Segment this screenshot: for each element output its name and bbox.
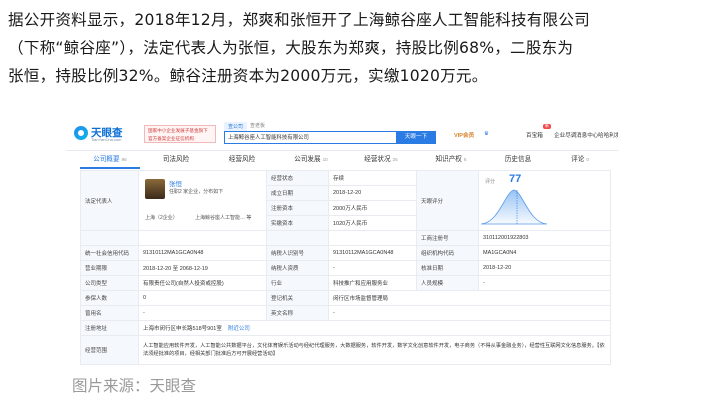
term-value: 2018-12-20 至 2068-12-19 [138, 260, 267, 276]
legal-rep-meta: 任职2 家企业，分布如下 [169, 188, 224, 195]
legal-rep-card: 张恒 任职2 家企业，分布如下 上海（2企业） 上海鲸谷座人工智能… 等 [140, 174, 266, 228]
score-curve [480, 189, 548, 224]
org-value: MA1GCA0N4 [478, 245, 611, 261]
blank-value [138, 230, 267, 246]
score-card: 评分 77 [480, 172, 610, 228]
search-tab-company[interactable]: 查公司 [224, 122, 248, 131]
tab-summary[interactable]: 公司概要 96 [80, 152, 140, 169]
reg-no-value: 310112001922803 [478, 230, 611, 246]
search-tab-boss[interactable]: 查老板 [250, 122, 265, 129]
scope-label: 经营范围 [80, 335, 139, 365]
tab-history[interactable]: 历史信息 [488, 152, 548, 167]
status-value: 存续 [328, 170, 417, 186]
english-name-value: - [328, 305, 611, 321]
nav-app[interactable]: 百宝箱 [526, 131, 543, 139]
nearby-companies-link[interactable]: 附近公司 [228, 326, 250, 332]
legal-rep-location: 上海（2企业） [145, 214, 178, 221]
tab-count: 10 [322, 157, 328, 162]
tab-count: 96 [121, 157, 127, 162]
tab-business-risk[interactable]: 经营风险 [212, 152, 272, 167]
type-label: 公司类型 [80, 275, 139, 291]
legal-rep-label: 法定代表人 [80, 170, 139, 231]
taxpayer-label: 纳税人资质 [266, 260, 329, 276]
approve-label: 核准日期 [416, 260, 479, 276]
tab-legal-risk[interactable]: 司法风险 [146, 152, 206, 167]
blank-label [80, 230, 139, 246]
taxid-label: 纳税人识别号 [266, 245, 329, 261]
taxid-value: 91310112MA1GCA0N48 [328, 245, 417, 261]
founded-value: 2018-12-20 [328, 185, 417, 201]
gov-badge: 国家中小企业发展子基金旗下 官方备案企业征信机构 [144, 125, 216, 143]
search-input[interactable] [228, 134, 388, 140]
capital-label: 注册资本 [266, 200, 329, 216]
nav-vip[interactable]: VIP会员 [454, 131, 474, 139]
address-label: 注册地址 [80, 320, 139, 336]
tab-comments[interactable]: 评论 0 [550, 152, 610, 167]
nav-news[interactable]: 消息中心 [576, 131, 598, 139]
industry-value: 科技推广和应用服务业 [328, 275, 417, 291]
legal-rep-company[interactable]: 上海鲸谷座人工智能… 等 [195, 214, 251, 221]
reg-no-label: 工商注册号 [416, 230, 479, 246]
article-line-1: 据公开资料显示，2018年12月，郑爽和张恒开了上海鲸谷座人工智能科技有限公司 [8, 11, 590, 29]
paid-label: 实缴资本 [266, 215, 329, 231]
insured-label: 参保人数 [80, 290, 139, 306]
scope-value: 人工智能应用软件开发，人工智能公共数据平台，文化体育娱乐活动与经纪代理服务，大数… [138, 335, 611, 365]
company-info-table: 法定代表人 张恒 任职2 家企业，分布如下 上海（2企业） 上海鲸谷座人工智能…… [80, 170, 611, 365]
logo-eye-icon [74, 126, 88, 140]
tab-ip[interactable]: 知识产权 6 [418, 152, 484, 167]
crown-icon: ♛ [484, 131, 490, 137]
nav-diligence[interactable]: 企业尽调 [554, 131, 576, 139]
former-name-label: 曾用名 [80, 305, 139, 321]
nav-user[interactable]: 哈哈利发 [598, 131, 618, 139]
paid-value: 1020万人民币 [328, 215, 417, 231]
credit-value: 91310112MA1GCA0N48 [138, 245, 267, 261]
capital-value: 2000万人民币 [328, 200, 417, 216]
article-line-2: （下称“鲸谷座”），法定代表人为张恒，大股东为郑爽，持股比例68%，二股东为 [8, 39, 574, 57]
type-value: 有限责任公司(自然人投资或控股) [138, 275, 267, 291]
score-row-label: 天眼评分 [416, 170, 479, 231]
authority-value: 闵行区市场监督管理局 [328, 290, 611, 306]
tab-development[interactable]: 公司发展 10 [278, 152, 344, 167]
insured-value: 0 [138, 290, 267, 306]
org-label: 组织机构代码 [416, 245, 479, 261]
size-label: 人员规模 [416, 275, 479, 291]
english-name-label: 英文名称 [266, 305, 329, 321]
article-line-3: 张恒，持股比例32%。鲸谷注册资本为2000万元，实缴1020万元。 [8, 67, 488, 85]
search-box: 天眼一下 [224, 131, 436, 144]
authority-label: 登记机关 [266, 290, 329, 306]
status-label: 经营状态 [266, 170, 329, 186]
section-tabs: 公司概要 96 司法风险 经营风险 公司发展 10 经营状况 25 知识产权 6 历史信… [80, 152, 610, 169]
tab-count: 0 [586, 157, 589, 162]
logo-subtext: TianYanCha.com [91, 137, 122, 142]
image-caption: 图片来源：天眼查 [72, 377, 197, 395]
address-cell: 上海市闵行区申长路518号901室 附近公司 [138, 320, 611, 336]
term-label: 营业期限 [80, 260, 139, 276]
site-logo[interactable]: 天眼查 TianYanCha.com [74, 124, 130, 144]
top-bar: 天眼查 TianYanCha.com 国家中小企业发展子基金旗下 官方备案企业征… [66, 118, 618, 151]
founded-label: 成立日期 [266, 185, 329, 201]
legal-rep-name[interactable]: 张恒 [169, 178, 182, 188]
article-text: 据公开资料显示，2018年12月，郑爽和张恒开了上海鲸谷座人工智能科技有限公司 … [8, 6, 700, 90]
industry-label: 行业 [266, 275, 329, 291]
score-title: 评分 [485, 178, 496, 185]
tab-count: 25 [392, 157, 398, 162]
former-name-value: - [138, 305, 267, 321]
blank-value [328, 230, 417, 246]
size-value: - [478, 275, 611, 291]
taxpayer-value: - [328, 260, 417, 276]
address-value: 上海市闵行区申长路518号901室 [143, 326, 222, 332]
avatar[interactable] [145, 178, 165, 199]
tab-count: 6 [463, 157, 467, 162]
credit-label: 统一社会信用代码 [80, 245, 139, 261]
new-badge: 新 [543, 124, 551, 129]
approve-value: 2018-12-20 [478, 260, 611, 276]
score-value: 77 [509, 172, 522, 185]
tab-operations[interactable]: 经营状况 25 [348, 152, 414, 167]
blank-label [266, 230, 329, 246]
search-button[interactable]: 天眼一下 [396, 131, 436, 144]
embedded-screenshot: 天眼查 TianYanCha.com 国家中小企业发展子基金旗下 官方备案企业征… [66, 118, 618, 366]
